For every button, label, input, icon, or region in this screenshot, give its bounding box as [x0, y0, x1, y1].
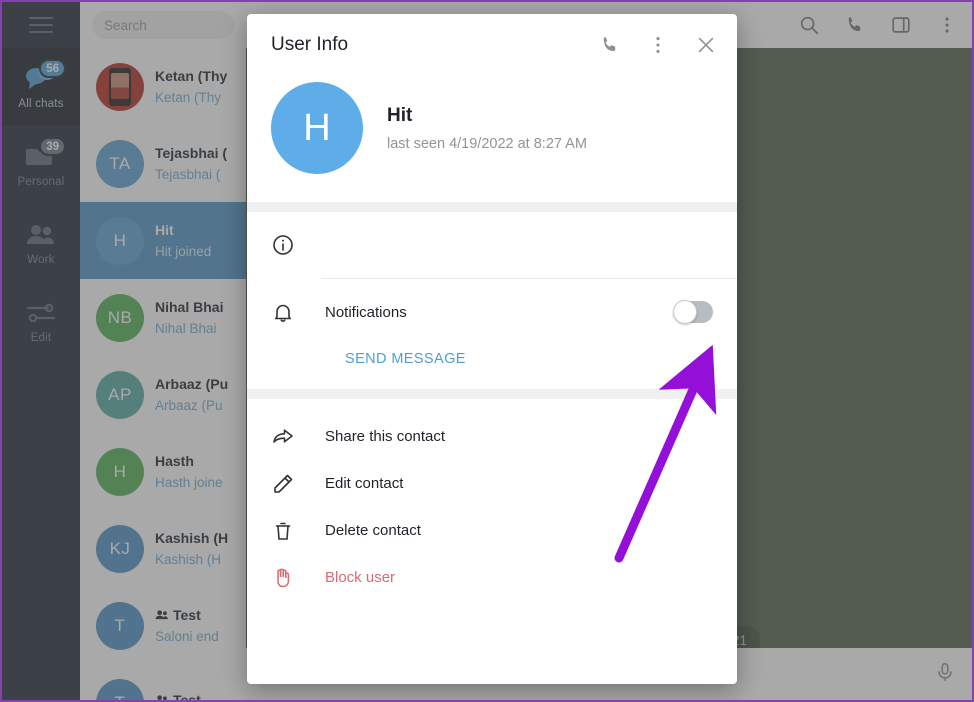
edit-contact-action[interactable]: Edit contact: [247, 460, 737, 507]
more-vertical-icon[interactable]: [647, 34, 669, 56]
user-text-block: Hit last seen 4/19/2022 at 8:27 AM: [387, 105, 587, 152]
bell-icon: [271, 300, 295, 324]
contact-actions: Share this contact Edit contact Delete c…: [247, 399, 737, 617]
delete-contact-action[interactable]: Delete contact: [247, 507, 737, 554]
info-circle-icon: [271, 233, 295, 257]
section-divider: [247, 202, 737, 212]
avatar: H: [271, 82, 363, 174]
section-divider: [247, 389, 737, 399]
send-message-button[interactable]: SEND MESSAGE: [247, 345, 737, 389]
user-info-dialog: User Info H Hit last seen 4/19/2022 at 8…: [247, 14, 737, 684]
user-summary: H Hit last seen 4/19/2022 at 8:27 AM: [247, 76, 737, 202]
share-arrow-icon: [271, 425, 295, 449]
app-window: 56 All chats 39 Personal: [0, 0, 974, 702]
dialog-title: User Info: [271, 34, 349, 55]
share-contact-label: Share this contact: [325, 428, 446, 445]
pencil-icon: [271, 472, 295, 496]
dialog-titlebar: User Info: [247, 14, 737, 76]
user-name: Hit: [387, 104, 413, 126]
hand-stop-icon: [271, 566, 295, 590]
user-last-seen: last seen 4/19/2022 at 8:27 AM: [387, 135, 587, 152]
trash-icon: [271, 519, 295, 543]
edit-contact-label: Edit contact: [325, 475, 404, 492]
block-user-action[interactable]: Block user: [247, 554, 737, 601]
block-user-label: Block user: [325, 569, 396, 586]
close-icon[interactable]: [695, 34, 717, 56]
notifications-label: Notifications: [325, 303, 407, 321]
notifications-row[interactable]: Notifications: [247, 279, 737, 345]
share-contact-action[interactable]: Share this contact: [247, 413, 737, 460]
toggle-knob: [673, 300, 697, 324]
notifications-toggle[interactable]: [673, 300, 713, 324]
about-row: [247, 212, 737, 278]
phone-icon[interactable]: [599, 34, 621, 56]
delete-contact-label: Delete contact: [325, 522, 421, 539]
dialog-title-actions: [599, 34, 717, 56]
